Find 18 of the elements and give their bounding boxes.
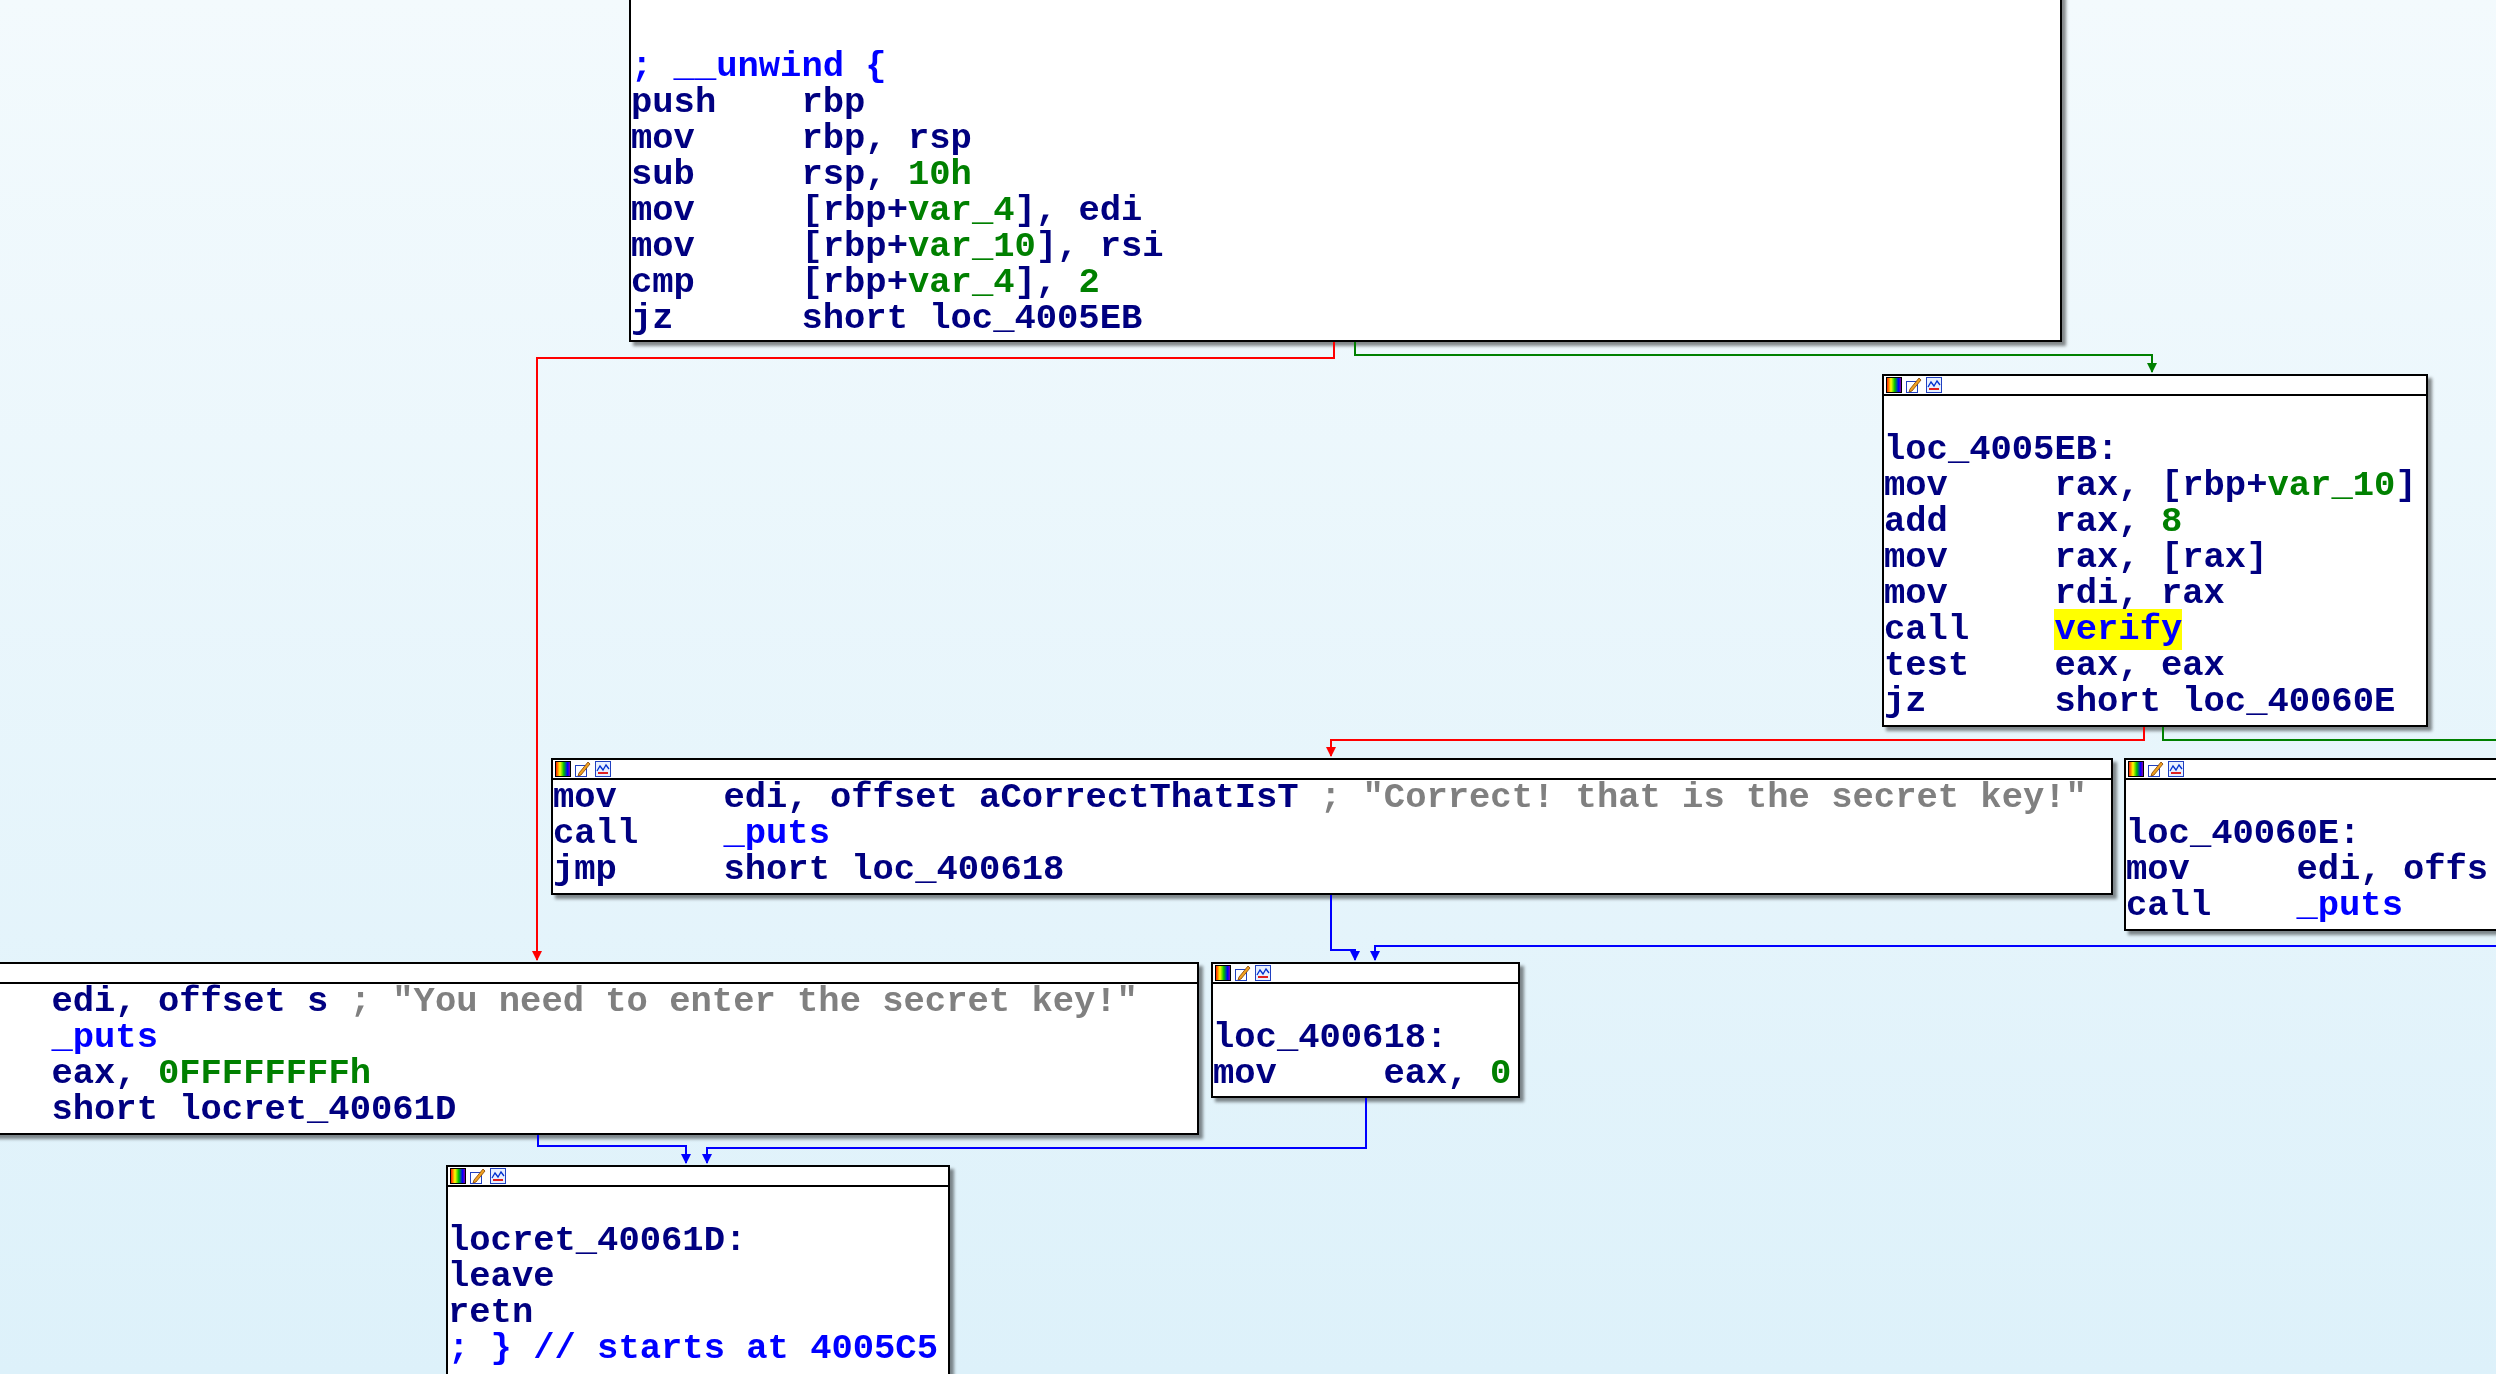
operands: verify [2054, 609, 2183, 650]
color-palette-icon[interactable] [450, 1168, 466, 1184]
color-palette-icon[interactable] [555, 761, 571, 777]
graph-icon[interactable] [490, 1168, 506, 1184]
graph-icon[interactable] [595, 761, 611, 777]
graph-icon[interactable] [1926, 377, 1942, 393]
graph-icon[interactable] [1255, 965, 1271, 981]
color-palette-icon[interactable] [1886, 377, 1902, 393]
pencil-icon[interactable] [575, 761, 591, 777]
string-comment: ; "Correct! that is the secret key!" [1319, 777, 2087, 818]
pencil-icon[interactable] [1235, 965, 1251, 981]
string-comment: ; "You need to enter the secret key!" [349, 981, 1138, 1022]
pencil-icon[interactable] [2148, 761, 2164, 777]
color-palette-icon[interactable] [2128, 761, 2144, 777]
pencil-icon[interactable] [1906, 377, 1922, 393]
color-palette-icon[interactable] [1215, 965, 1231, 981]
graph-icon[interactable] [2168, 761, 2184, 777]
pencil-icon[interactable] [470, 1168, 486, 1184]
